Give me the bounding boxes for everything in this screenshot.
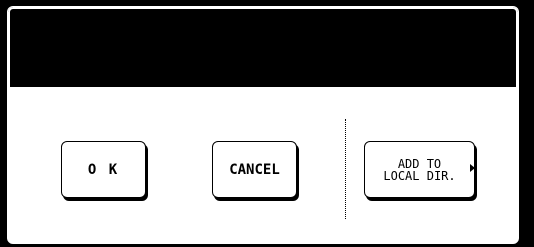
- ok-button-label: O K: [87, 161, 120, 178]
- button-separator: [345, 119, 346, 219]
- dialog-title-bar: [8, 7, 518, 89]
- add-button-label-line1: ADD TO: [397, 156, 442, 171]
- arrow-right-icon: [470, 164, 475, 172]
- dialog-content: O K CANCEL ADD TO LOCAL DIR.: [8, 89, 518, 243]
- add-to-local-dir-button[interactable]: ADD TO LOCAL DIR.: [364, 141, 475, 198]
- cancel-button[interactable]: CANCEL: [212, 141, 297, 198]
- add-button-label-line2: LOCAL DIR.: [383, 168, 456, 183]
- cancel-button-label: CANCEL: [229, 161, 280, 178]
- ok-button[interactable]: O K: [61, 141, 146, 198]
- dialog-panel: O K CANCEL ADD TO LOCAL DIR.: [7, 6, 519, 244]
